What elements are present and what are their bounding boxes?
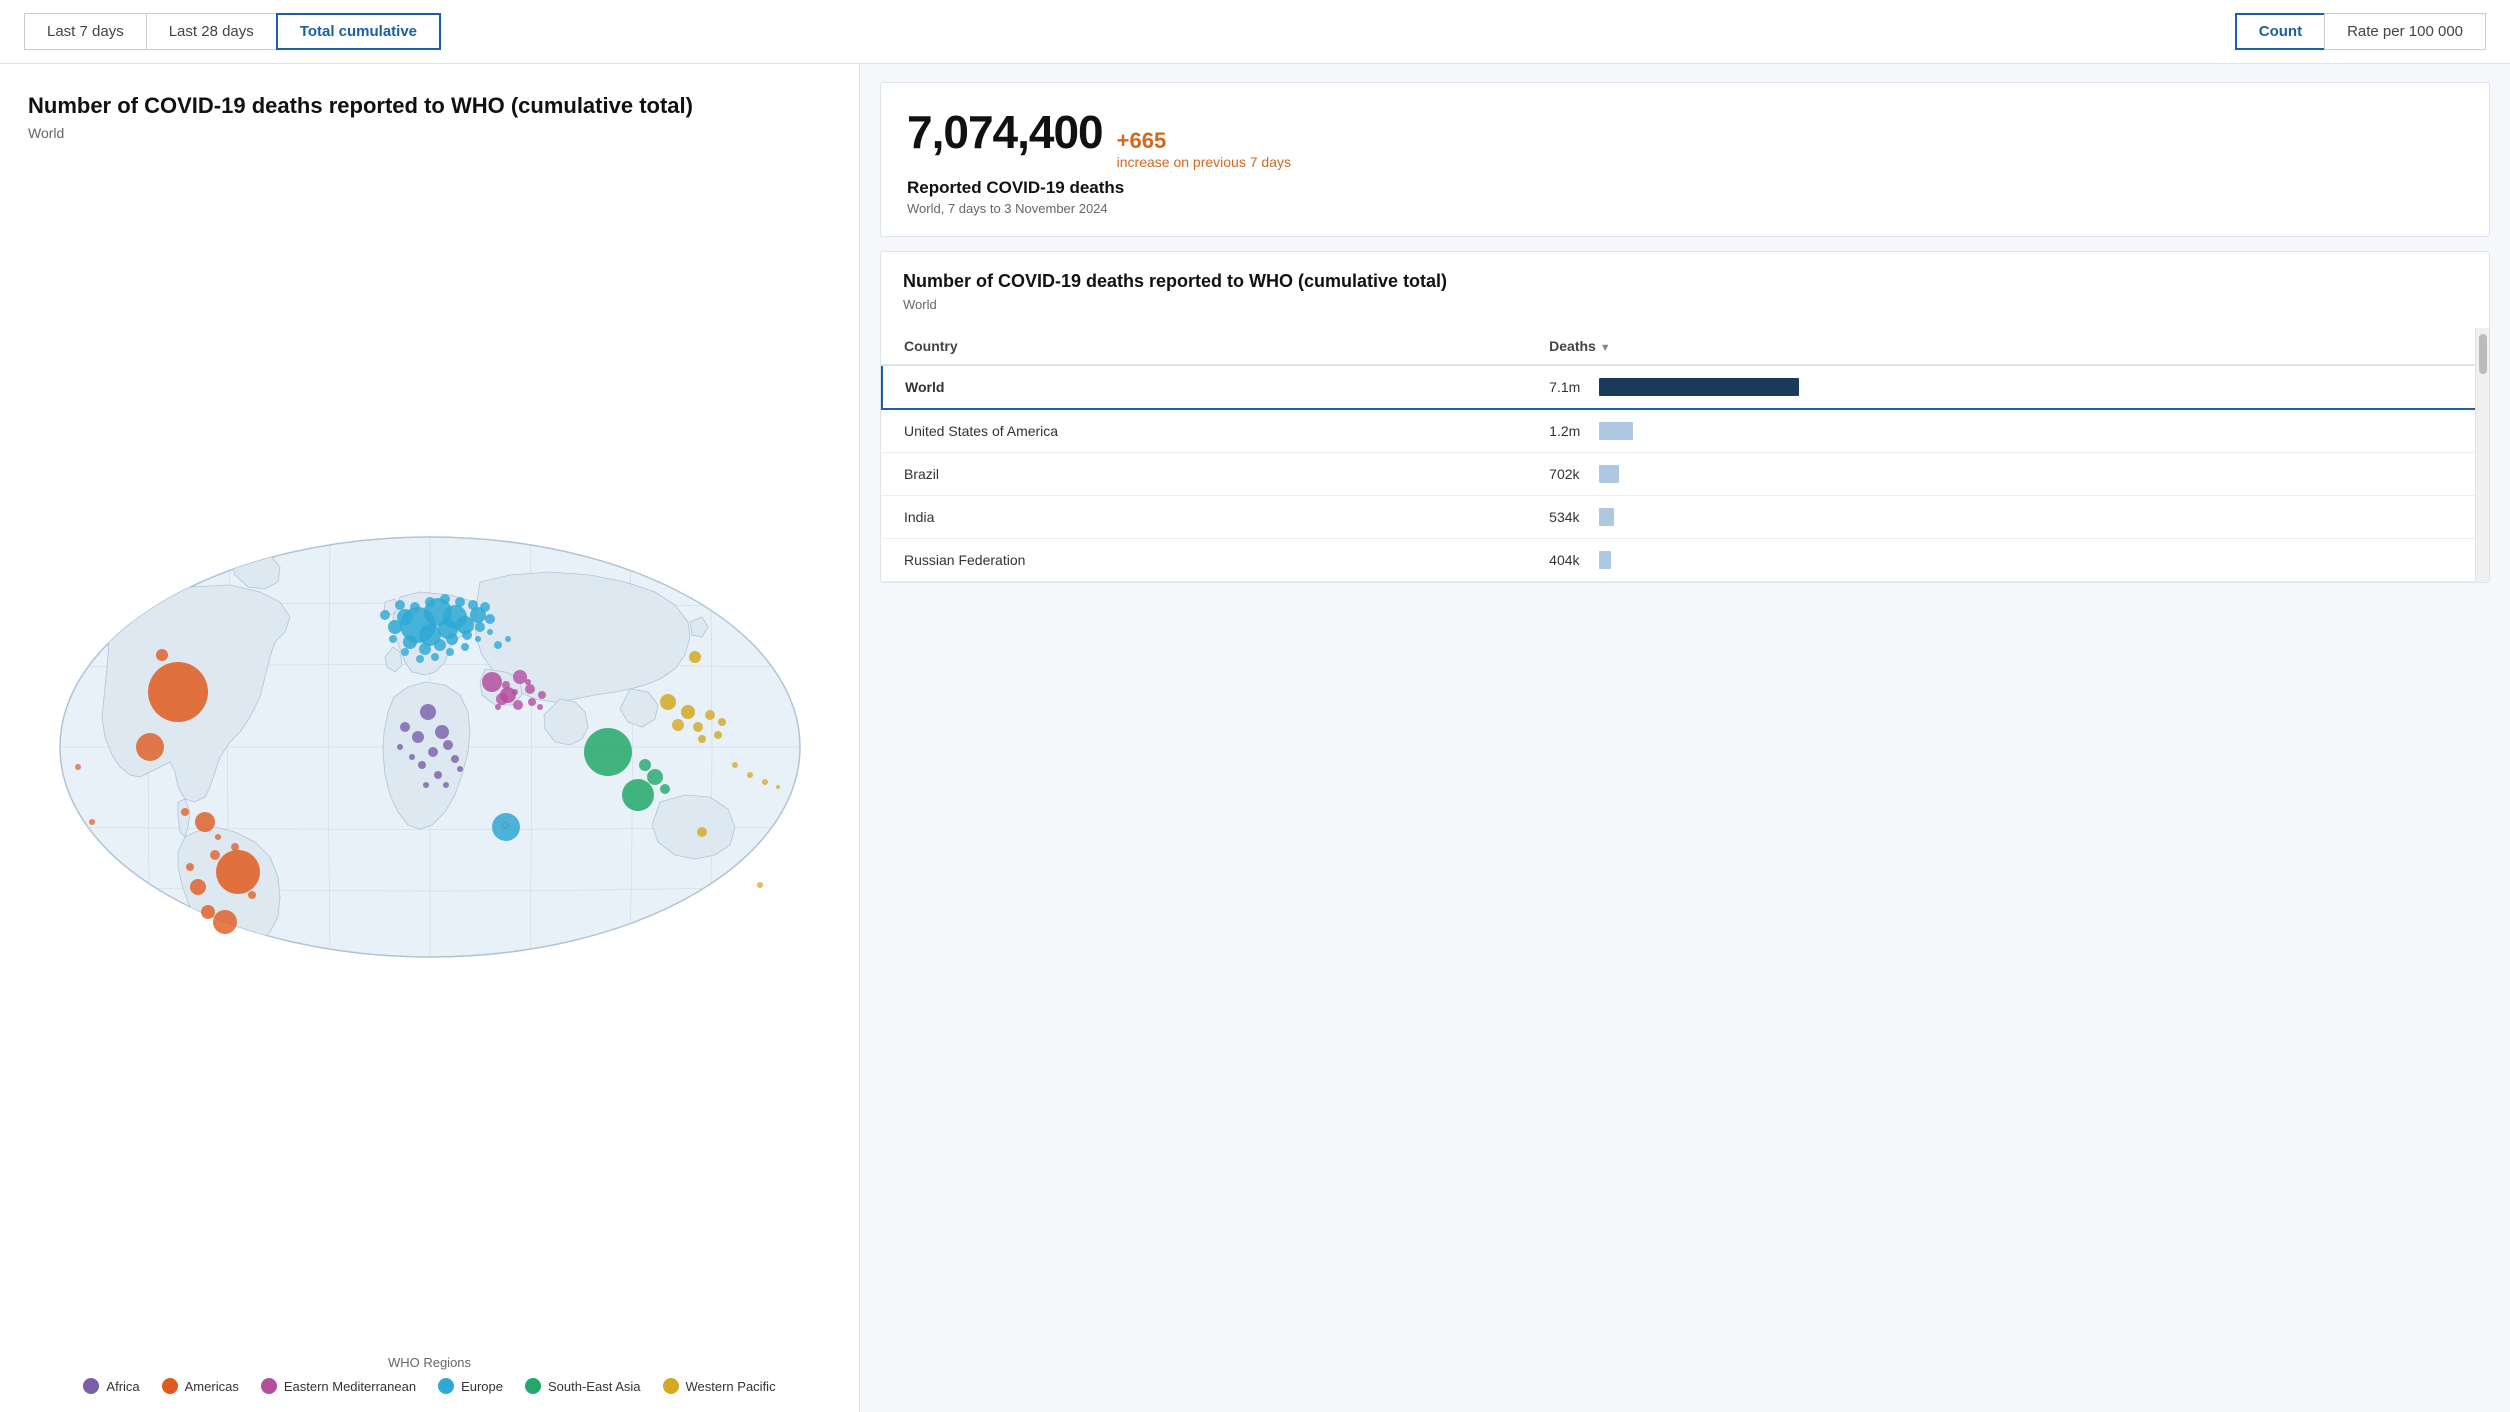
view-tabs: Count Rate per 100 000: [2235, 13, 2486, 50]
legend-africa: Africa: [83, 1378, 139, 1394]
americas-label: Americas: [185, 1379, 239, 1394]
top-bar: Last 7 days Last 28 days Total cumulativ…: [0, 0, 2510, 64]
legend-sea: South-East Asia: [525, 1378, 641, 1394]
chart-region: World: [28, 125, 831, 141]
deaths-cell: 404k: [1527, 539, 2488, 582]
time-tabs: Last 7 days Last 28 days Total cumulativ…: [24, 13, 441, 50]
western-pacific-label: Western Pacific: [686, 1379, 776, 1394]
table-card-region: World: [903, 297, 2467, 312]
table-row: World7.1m: [882, 365, 2488, 409]
col-country: Country: [882, 328, 1527, 365]
western-pacific-dot: [663, 1378, 679, 1394]
sort-icon: ▼: [1600, 342, 1611, 354]
tab-count[interactable]: Count: [2235, 13, 2324, 50]
stat-label: Reported COVID-19 deaths: [907, 178, 2463, 198]
tab-last28[interactable]: Last 28 days: [146, 13, 276, 50]
legend-title: WHO Regions: [28, 1355, 831, 1370]
legend-items: Africa Americas Eastern Mediterranean Eu…: [28, 1378, 831, 1394]
tab-rate[interactable]: Rate per 100 000: [2324, 13, 2486, 50]
europe-dot: [438, 1378, 454, 1394]
table-row: Russian Federation404k: [882, 539, 2488, 582]
world-map: [30, 517, 830, 982]
left-panel: Number of COVID-19 deaths reported to WH…: [0, 64, 860, 1412]
sea-dot: [525, 1378, 541, 1394]
stat-main-row: 7,074,400 +665 increase on previous 7 da…: [907, 105, 2463, 170]
deaths-cell: 7.1m: [1527, 365, 2488, 409]
country-cell: Russian Federation: [882, 539, 1527, 582]
stat-delta-label: increase on previous 7 days: [1117, 154, 1291, 170]
country-cell: United States of America: [882, 409, 1527, 453]
sea-label: South-East Asia: [548, 1379, 641, 1394]
legend-europe: Europe: [438, 1378, 503, 1394]
country-cell: India: [882, 496, 1527, 539]
stat-desc: World, 7 days to 3 November 2024: [907, 201, 2463, 216]
africa-label: Africa: [106, 1379, 139, 1394]
deaths-cell: 702k: [1527, 453, 2488, 496]
scrollbar-thumb[interactable]: [2479, 334, 2487, 374]
table-row: United States of America1.2m: [882, 409, 2488, 453]
africa-dot: [83, 1378, 99, 1394]
legend-americas: Americas: [162, 1378, 239, 1394]
map-area: [28, 157, 831, 1343]
tab-cumulative[interactable]: Total cumulative: [276, 13, 441, 50]
col-deaths[interactable]: Deaths ▼: [1527, 328, 2488, 365]
deaths-cell: 1.2m: [1527, 409, 2488, 453]
table-card-header: Number of COVID-19 deaths reported to WH…: [881, 252, 2489, 328]
stat-number: 7,074,400: [907, 105, 1103, 159]
stat-delta: +665: [1117, 128, 1167, 153]
country-cell: World: [882, 365, 1527, 409]
legend-western-pacific: Western Pacific: [663, 1378, 776, 1394]
chart-title: Number of COVID-19 deaths reported to WH…: [28, 92, 831, 121]
eastern-med-label: Eastern Mediterranean: [284, 1379, 416, 1394]
legend-area: WHO Regions Africa Americas Eastern Medi…: [28, 1355, 831, 1394]
legend-eastern-med: Eastern Mediterranean: [261, 1378, 416, 1394]
europe-label: Europe: [461, 1379, 503, 1394]
table-card-title: Number of COVID-19 deaths reported to WH…: [903, 270, 2467, 293]
country-cell: Brazil: [882, 453, 1527, 496]
table-row: Brazil702k: [882, 453, 2488, 496]
tab-last7[interactable]: Last 7 days: [24, 13, 146, 50]
eastern-med-dot: [261, 1378, 277, 1394]
table-card: Number of COVID-19 deaths reported to WH…: [880, 251, 2490, 583]
main-content: Number of COVID-19 deaths reported to WH…: [0, 64, 2510, 1412]
stat-card: 7,074,400 +665 increase on previous 7 da…: [880, 82, 2490, 237]
americas-dot: [162, 1378, 178, 1394]
deaths-cell: 534k: [1527, 496, 2488, 539]
right-panel: 7,074,400 +665 increase on previous 7 da…: [860, 64, 2510, 1412]
stat-delta-group: +665 increase on previous 7 days: [1117, 128, 1291, 170]
table-row: India534k: [882, 496, 2488, 539]
data-table: Country Deaths ▼ World7.1mUnited States …: [881, 328, 2489, 582]
scrollbar[interactable]: [2475, 328, 2489, 582]
